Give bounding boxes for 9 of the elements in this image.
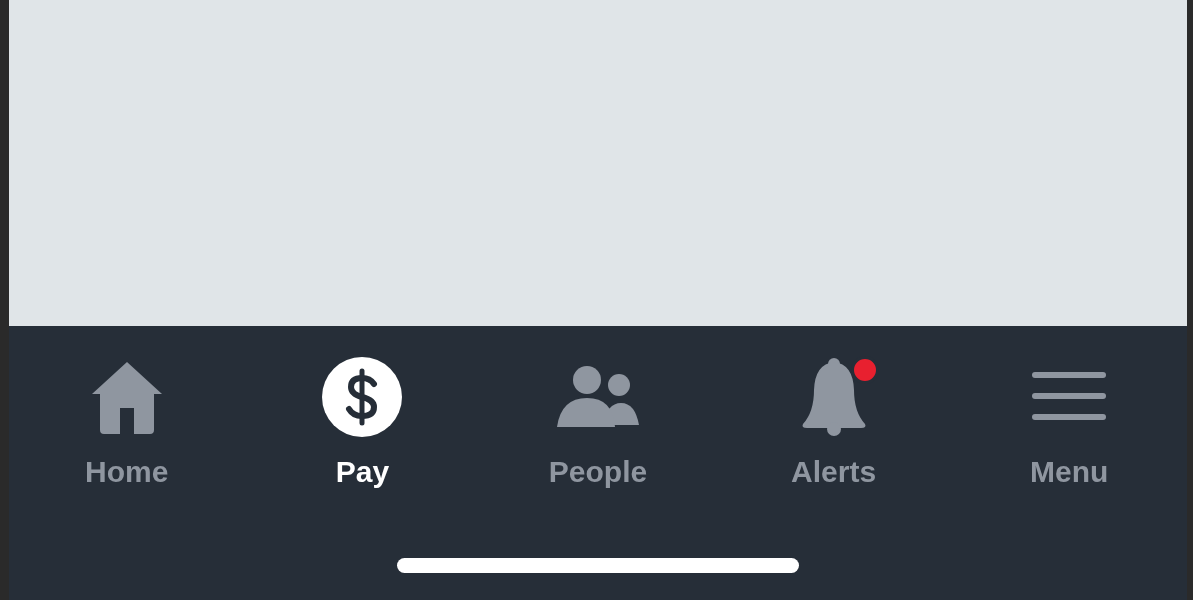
tab[interactable]: People xyxy=(480,356,716,490)
dollar-icon xyxy=(322,357,403,437)
tab[interactable]: Menu xyxy=(951,356,1187,490)
bell-icon xyxy=(800,358,867,436)
tab[interactable]: Home xyxy=(9,356,245,490)
menu-icon xyxy=(1032,372,1107,422)
tab[interactable]: Pay xyxy=(244,356,481,490)
people-icon xyxy=(557,365,639,429)
tab[interactable]: Alerts xyxy=(715,356,952,490)
